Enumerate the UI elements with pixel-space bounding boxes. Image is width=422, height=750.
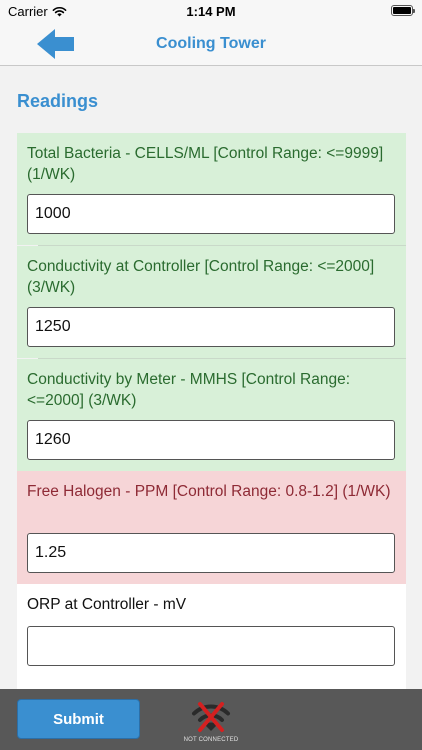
reading-input-conductivity-meter[interactable] (27, 420, 395, 460)
reading-input-free-halogen[interactable] (27, 533, 395, 573)
battery-icon (391, 5, 415, 16)
reading-input-conductivity-controller[interactable] (27, 307, 395, 347)
reading-conductivity-controller: Conductivity at Controller [Control Rang… (17, 246, 406, 358)
reading-conductivity-meter: Conductivity by Meter - MMHS [Control Ra… (17, 359, 406, 471)
status-bar: Carrier 1:14 PM (0, 0, 422, 22)
status-time: 1:14 PM (186, 4, 236, 19)
wifi-disconnected-icon (192, 702, 230, 732)
section-title: Readings (17, 91, 99, 111)
reading-label: Conductivity at Controller [Control Rang… (27, 258, 375, 296)
bottom-toolbar: Submit NOT CONNECTED (0, 689, 422, 750)
reading-input-orp-controller[interactable] (27, 626, 395, 666)
reading-orp-controller: ORP at Controller - mV (17, 584, 406, 689)
reading-label: Free Halogen - PPM [Control Range: 0.8-1… (27, 483, 391, 500)
page-title: Cooling Tower (156, 35, 266, 52)
navigation-bar: Cooling Tower (0, 22, 422, 66)
reading-label: ORP at Controller - mV (27, 596, 187, 613)
reading-total-bacteria: Total Bacteria - CELLS/ML [Control Range… (17, 133, 406, 245)
reading-label: Conductivity by Meter - MMHS [Control Ra… (27, 371, 351, 409)
submit-button[interactable]: Submit (17, 699, 140, 739)
connection-status-label: NOT CONNECTED (183, 737, 239, 743)
readings-scroll-area[interactable]: Readings Total Bacteria - CELLS/ML [Cont… (0, 67, 422, 689)
reading-label: Total Bacteria - CELLS/ML [Control Range… (27, 145, 384, 183)
reading-free-halogen: Free Halogen - PPM [Control Range: 0.8-1… (17, 471, 406, 584)
reading-input-total-bacteria[interactable] (27, 194, 395, 234)
connection-status: NOT CONNECTED (183, 697, 239, 745)
